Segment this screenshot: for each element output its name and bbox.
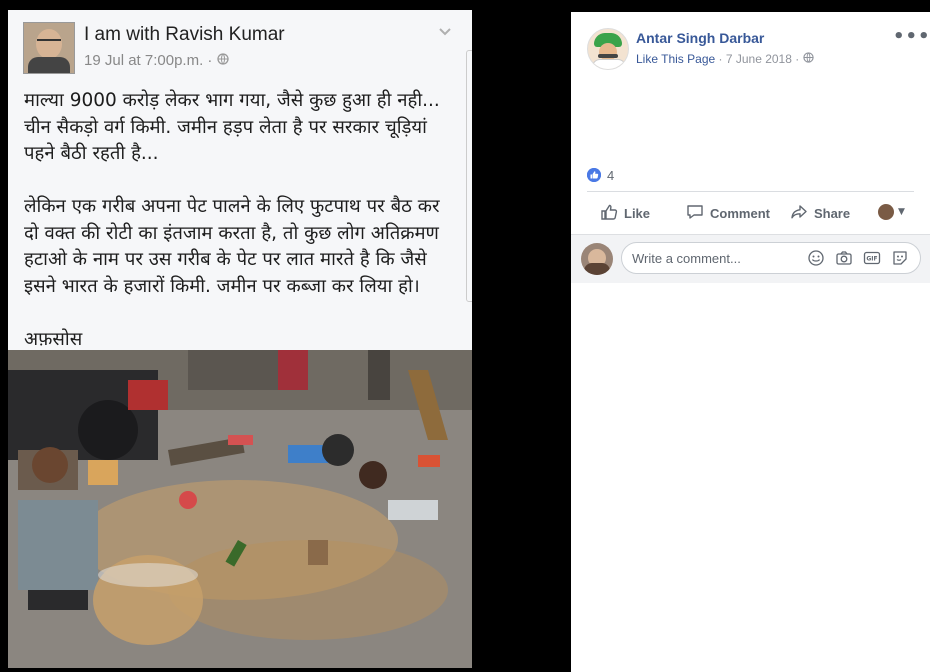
share-label: Share <box>813 205 851 221</box>
comment-label: Comment <box>710 205 770 221</box>
comment-attachment-icons: GIF <box>807 249 909 271</box>
shared-post-author: I am with Ravish Kumar <box>84 24 285 45</box>
shared-post-image: I am with Ravish Kumar 19 Jul at 7:00p.m… <box>8 10 472 668</box>
shared-post-timestamp: 19 Jul at 7:00p.m. · <box>84 52 229 69</box>
comment-composer: Write a comment... GIF <box>571 234 930 283</box>
caret-down-icon: ▼ <box>898 207 905 217</box>
like-page-link[interactable]: Like This Page <box>636 52 715 66</box>
sticker-icon[interactable] <box>891 249 909 271</box>
shared-post-time-text: 19 Jul at 7:00p.m. · <box>84 52 217 69</box>
page-avatar[interactable] <box>587 28 629 70</box>
like-icon <box>600 203 618 224</box>
facebook-post-panel: Antar Singh Darbar Like This Page · 7 Ju… <box>571 12 930 672</box>
reactions-summary[interactable]: 4 <box>587 166 614 184</box>
share-button[interactable]: Share <box>790 203 850 224</box>
gif-icon[interactable]: GIF <box>863 249 881 271</box>
street-vendor-photo <box>8 350 472 668</box>
comment-input[interactable]: Write a comment... GIF <box>621 242 921 274</box>
like-label: Like <box>624 205 651 221</box>
shared-post-scrollbar <box>466 50 472 302</box>
like-button[interactable]: Like <box>600 203 650 224</box>
post-actions-bar: Like Comment Share <box>587 196 914 230</box>
like-reaction-icon <box>587 168 601 182</box>
page-name-link[interactable]: Antar Singh Darbar <box>636 30 764 46</box>
globe-icon <box>216 52 229 69</box>
post-as-avatar <box>878 204 894 220</box>
reaction-count: 4 <box>607 167 615 183</box>
commenter-avatar <box>581 243 613 275</box>
post-meta: Like This Page · 7 June 2018 · <box>636 52 814 66</box>
shared-post-header: I am with Ravish Kumar 19 Jul at 7:00p.m… <box>8 10 472 80</box>
actions-divider <box>587 191 914 192</box>
more-options-button[interactable]: ••• <box>893 26 930 47</box>
shared-post-text: माल्या 9000 करोड़ लेकर भाग गया, जैसे कुछ… <box>24 90 440 350</box>
svg-text:GIF: GIF <box>866 256 877 263</box>
post-as-selector[interactable]: ▼ <box>878 204 905 220</box>
emoji-icon[interactable] <box>807 249 825 271</box>
camera-icon[interactable] <box>835 249 853 271</box>
shared-post-avatar <box>23 22 75 74</box>
comment-button[interactable]: Comment <box>686 203 770 224</box>
share-icon <box>790 203 808 224</box>
comment-icon <box>686 203 704 224</box>
chevron-down-icon <box>438 22 452 41</box>
post-date[interactable]: · 7 June 2018 · <box>715 52 802 66</box>
globe-icon <box>802 52 814 66</box>
comment-placeholder: Write a comment... <box>632 251 741 266</box>
